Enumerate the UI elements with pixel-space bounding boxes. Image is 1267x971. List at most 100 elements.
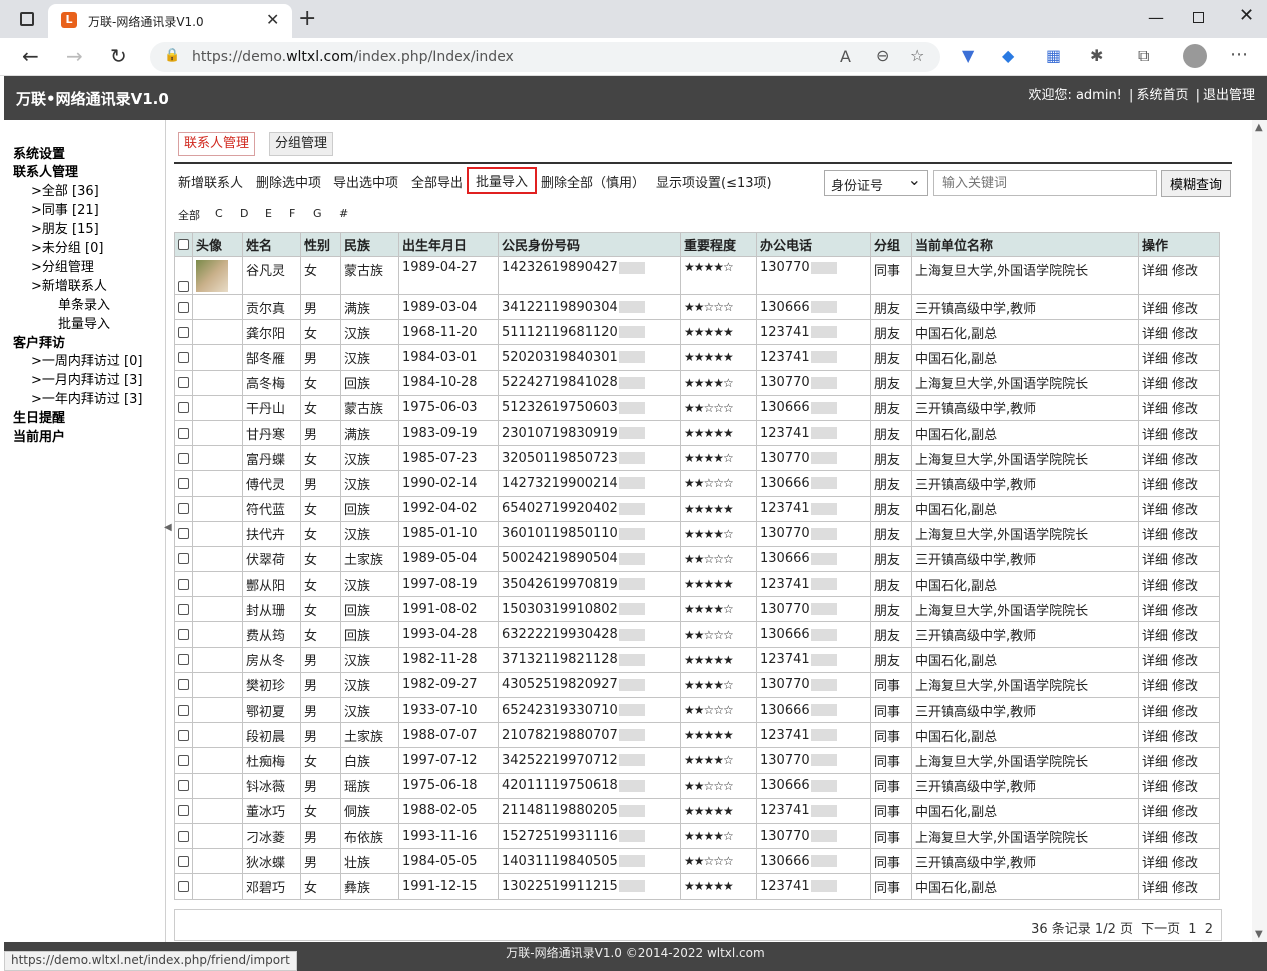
collections-icon[interactable]: ⧉ <box>1138 46 1149 66</box>
extension-icon[interactable]: ▼ <box>962 46 974 65</box>
row-select-cell[interactable] <box>174 596 193 623</box>
edit-link[interactable]: 修改 <box>1172 377 1198 392</box>
detail-link[interactable]: 详细 <box>1142 478 1168 493</box>
edit-link[interactable]: 修改 <box>1172 805 1198 820</box>
sidebar-item-year-visit[interactable]: >一年内拜访过 [3] <box>31 388 142 407</box>
add-contact-button[interactable]: 新增联系人 <box>178 172 243 191</box>
export-selected-button[interactable]: 导出选中项 <box>333 172 398 191</box>
sidebar-item-group-mgmt[interactable]: >分组管理 <box>31 256 94 275</box>
sidebar-item-single-add[interactable]: 单条录入 <box>58 294 110 313</box>
letter-filter-all[interactable]: 全部 <box>178 207 200 223</box>
row-select-cell[interactable] <box>174 394 193 421</box>
row-checkbox[interactable] <box>178 503 189 515</box>
tab-actions-icon[interactable] <box>20 12 34 26</box>
scroll-up-icon[interactable]: ▲ <box>1255 122 1263 133</box>
sidebar-item-ungrouped[interactable]: >未分组 [0] <box>31 237 103 256</box>
edit-link[interactable]: 修改 <box>1172 705 1198 720</box>
detail-link[interactable]: 详细 <box>1142 428 1168 443</box>
row-checkbox[interactable] <box>178 578 189 590</box>
edit-link[interactable]: 修改 <box>1172 503 1198 518</box>
edit-link[interactable]: 修改 <box>1172 428 1198 443</box>
row-checkbox[interactable] <box>178 301 189 313</box>
sidebar-item-month-visit[interactable]: >一月内拜访过 [3] <box>31 369 142 388</box>
row-select-cell[interactable] <box>174 445 193 472</box>
detail-link[interactable]: 详细 <box>1142 755 1168 770</box>
display-settings-button[interactable]: 显示项设置(≤13项) <box>656 172 772 191</box>
detail-link[interactable]: 详细 <box>1142 831 1168 846</box>
row-checkbox[interactable] <box>178 654 189 666</box>
edit-link[interactable]: 修改 <box>1172 755 1198 770</box>
window-close-icon[interactable]: ✕ <box>1239 5 1254 26</box>
row-select-cell[interactable] <box>174 722 193 749</box>
row-checkbox[interactable] <box>178 553 189 565</box>
row-checkbox[interactable] <box>178 629 189 641</box>
delete-all-button[interactable]: 删除全部（慎用） <box>541 172 645 191</box>
edit-link[interactable]: 修改 <box>1172 302 1198 317</box>
detail-link[interactable]: 详细 <box>1142 881 1168 896</box>
tab-contacts[interactable]: 联系人管理 <box>178 132 256 156</box>
row-checkbox[interactable] <box>178 528 189 540</box>
row-select-cell[interactable] <box>174 369 193 396</box>
detail-link[interactable]: 详细 <box>1142 352 1168 367</box>
row-select-cell[interactable] <box>174 419 193 447</box>
row-checkbox[interactable] <box>178 377 189 389</box>
edit-link[interactable]: 修改 <box>1172 780 1198 795</box>
detail-link[interactable]: 详细 <box>1142 780 1168 795</box>
row-checkbox[interactable] <box>178 805 189 817</box>
detail-link[interactable]: 详细 <box>1142 503 1168 518</box>
sidebar-item-visit[interactable]: 客户拜访 <box>13 332 65 351</box>
tab-groups[interactable]: 分组管理 <box>269 132 334 156</box>
edit-link[interactable]: 修改 <box>1172 402 1198 417</box>
detail-link[interactable]: 详细 <box>1142 856 1168 871</box>
pager-page-2[interactable]: 2 <box>1205 922 1213 937</box>
detail-link[interactable]: 详细 <box>1142 705 1168 720</box>
row-select-cell[interactable] <box>174 822 193 850</box>
row-select-cell[interactable] <box>174 646 193 673</box>
detail-link[interactable]: 详细 <box>1142 264 1168 279</box>
window-minimize-icon[interactable]: — <box>1148 8 1164 27</box>
row-checkbox[interactable] <box>178 402 189 414</box>
favorite-icon[interactable]: ☆ <box>910 46 924 65</box>
edit-link[interactable]: 修改 <box>1172 881 1198 896</box>
sidebar-item-friend[interactable]: >朋友 [15] <box>31 218 99 237</box>
row-select-cell[interactable] <box>174 545 193 573</box>
sidebar-item-batch-import[interactable]: 批量导入 <box>58 313 110 332</box>
zoom-icon[interactable]: ⊖ <box>876 46 889 65</box>
letter-filter-f[interactable]: F <box>289 207 295 220</box>
letter-filter-c[interactable]: C <box>215 207 223 220</box>
row-select-cell[interactable] <box>174 344 193 371</box>
scroll-down-icon[interactable]: ▼ <box>1255 929 1263 940</box>
detail-link[interactable]: 详细 <box>1142 730 1168 745</box>
detail-link[interactable]: 详细 <box>1142 302 1168 317</box>
row-checkbox[interactable] <box>178 427 189 439</box>
row-select-cell[interactable] <box>174 495 193 522</box>
logout-link[interactable]: 退出管理 <box>1203 88 1255 103</box>
vertical-scrollbar[interactable]: ▲ ▼ <box>1252 120 1267 942</box>
window-maximize-icon[interactable] <box>1193 12 1204 23</box>
edit-link[interactable]: 修改 <box>1172 654 1198 669</box>
sidebar-item-all[interactable]: >全部 [36] <box>31 180 99 199</box>
row-select-cell[interactable] <box>174 772 193 799</box>
tab-close-icon[interactable]: ✕ <box>266 10 279 29</box>
row-checkbox[interactable] <box>178 704 189 716</box>
edit-link[interactable]: 修改 <box>1172 629 1198 644</box>
row-select-cell[interactable] <box>174 696 193 724</box>
sidebar-item-current-user[interactable]: 当前用户 <box>13 426 65 445</box>
row-checkbox[interactable] <box>178 880 189 892</box>
letter-filter-e[interactable]: E <box>265 207 272 220</box>
row-select-cell[interactable] <box>174 873 193 900</box>
fuzzy-search-button[interactable]: 模糊查询 <box>1161 170 1231 197</box>
sidebar-item-week-visit[interactable]: >一周内拜访过 [0] <box>31 350 142 369</box>
detail-link[interactable]: 详细 <box>1142 453 1168 468</box>
sidebar-item-colleague[interactable]: >同事 [21] <box>31 199 99 218</box>
extensions-icon[interactable]: ✱ <box>1090 46 1103 65</box>
back-icon[interactable]: ← <box>22 44 39 68</box>
url-field[interactable]: 🔒 https://demo.wltxl.com/index.php/Index… <box>150 42 940 72</box>
sidebar-item-contacts[interactable]: 联系人管理 <box>13 161 78 180</box>
edit-link[interactable]: 修改 <box>1172 831 1198 846</box>
pager-next[interactable]: 下一页 <box>1141 922 1180 937</box>
forward-icon[interactable]: → <box>66 44 83 68</box>
letter-filter-g[interactable]: G <box>313 207 322 220</box>
row-select-cell[interactable] <box>174 797 193 824</box>
letter-filter-d[interactable]: D <box>240 207 248 220</box>
